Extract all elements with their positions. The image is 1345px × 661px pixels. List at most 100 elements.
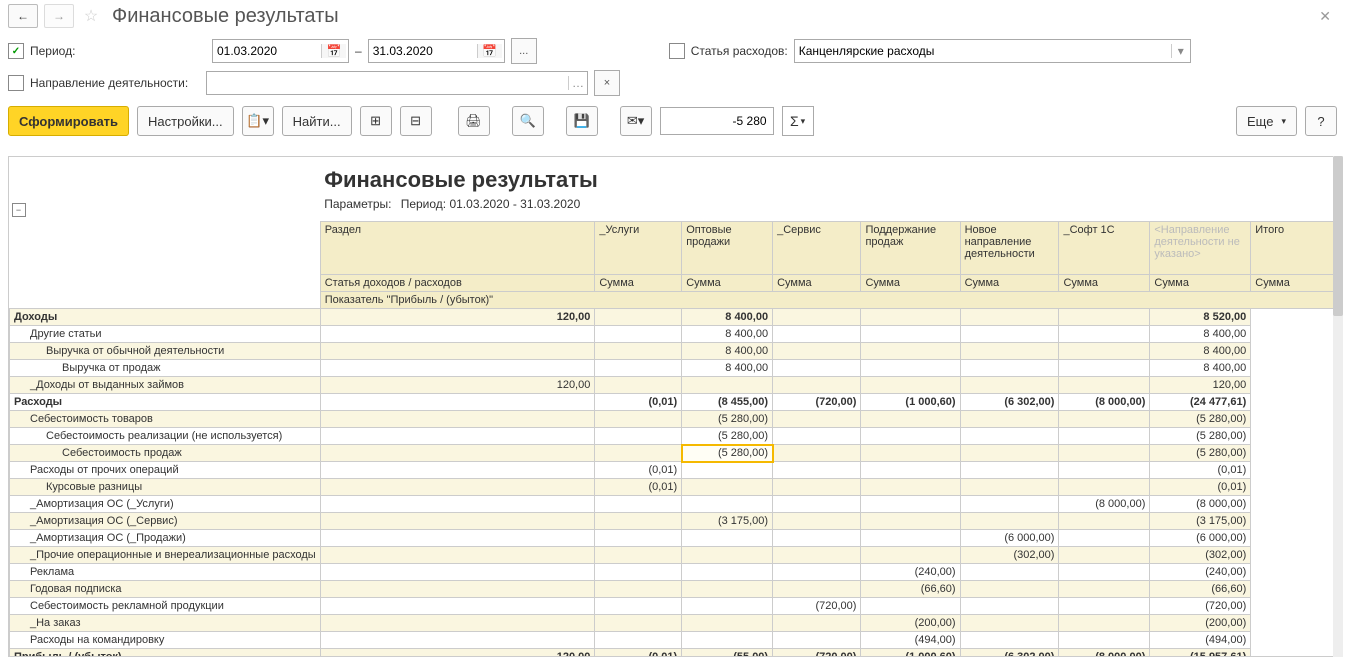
cell-value[interactable] — [960, 326, 1059, 343]
cell-value[interactable] — [595, 615, 682, 632]
row-name[interactable]: Годовая подписка — [10, 581, 321, 598]
preview-icon[interactable]: 🔍 — [512, 106, 544, 136]
date-from-input[interactable]: 📅 — [212, 39, 349, 63]
row-name[interactable]: Реклама — [10, 564, 321, 581]
cell-value[interactable] — [320, 564, 595, 581]
cell-value[interactable]: (3 175,00) — [682, 513, 773, 530]
cell-value[interactable] — [1059, 343, 1150, 360]
more-button[interactable]: Еще▾ — [1236, 106, 1297, 136]
cell-value[interactable] — [682, 632, 773, 649]
cell-value[interactable]: 120,00 — [1150, 377, 1251, 394]
cell-value[interactable]: (0,01) — [595, 649, 682, 658]
save-icon[interactable]: 💾 — [566, 106, 598, 136]
cell-value[interactable]: 120,00 — [320, 649, 595, 658]
cell-value[interactable] — [960, 462, 1059, 479]
cell-value[interactable] — [960, 411, 1059, 428]
period-checkbox[interactable] — [8, 43, 24, 59]
row-name[interactable]: Расходы на командировку — [10, 632, 321, 649]
cell-value[interactable] — [861, 445, 960, 462]
cell-value[interactable]: 8 400,00 — [1150, 343, 1251, 360]
cell-value[interactable] — [320, 360, 595, 377]
cell-value[interactable] — [773, 428, 861, 445]
row-name[interactable]: Другие статьи — [10, 326, 321, 343]
cell-value[interactable] — [682, 598, 773, 615]
cell-value[interactable] — [861, 530, 960, 547]
cell-value[interactable] — [1059, 428, 1150, 445]
cell-value[interactable] — [320, 598, 595, 615]
cell-value[interactable] — [861, 411, 960, 428]
cell-value[interactable] — [320, 462, 595, 479]
cell-value[interactable] — [861, 326, 960, 343]
cell-value[interactable] — [682, 462, 773, 479]
cell-value[interactable]: (8 000,00) — [1150, 496, 1251, 513]
cell-value[interactable]: (66,60) — [861, 581, 960, 598]
cell-value[interactable]: (720,00) — [773, 598, 861, 615]
cell-value[interactable] — [861, 309, 960, 326]
cell-value[interactable] — [773, 343, 861, 360]
cell-value[interactable] — [861, 377, 960, 394]
ellipsis-icon[interactable]: … — [568, 76, 587, 90]
row-name[interactable]: _Доходы от выданных займов — [10, 377, 321, 394]
expense-item-combo[interactable]: ▾ — [794, 39, 1191, 63]
chevron-down-icon[interactable]: ▾ — [1171, 44, 1190, 58]
cell-value[interactable] — [1059, 615, 1150, 632]
cell-value[interactable] — [1059, 326, 1150, 343]
cell-value[interactable] — [320, 326, 595, 343]
cell-value[interactable] — [595, 445, 682, 462]
generate-button[interactable]: Сформировать — [8, 106, 129, 136]
cell-value[interactable]: (720,00) — [1150, 598, 1251, 615]
cell-value[interactable] — [960, 479, 1059, 496]
cell-value[interactable] — [320, 496, 595, 513]
cell-value[interactable] — [595, 598, 682, 615]
cell-value[interactable]: (302,00) — [960, 547, 1059, 564]
cell-value[interactable]: 8 520,00 — [1150, 309, 1251, 326]
cell-value[interactable] — [320, 513, 595, 530]
cell-value[interactable]: (5 280,00) — [682, 411, 773, 428]
cell-value[interactable] — [1059, 581, 1150, 598]
cell-value[interactable] — [595, 309, 682, 326]
row-name[interactable]: Себестоимость реализации (не используетс… — [10, 428, 321, 445]
cell-value[interactable] — [1059, 309, 1150, 326]
cell-value[interactable]: (8 000,00) — [1059, 496, 1150, 513]
cell-value[interactable]: (0,01) — [595, 462, 682, 479]
row-name[interactable]: Себестоимость товаров — [10, 411, 321, 428]
cell-value[interactable]: 8 400,00 — [682, 309, 773, 326]
row-name[interactable]: Доходы — [10, 309, 321, 326]
cell-value[interactable] — [1059, 445, 1150, 462]
cell-value[interactable] — [1059, 530, 1150, 547]
row-name[interactable]: Курсовые разницы — [10, 479, 321, 496]
cell-value[interactable]: 8 400,00 — [682, 343, 773, 360]
cell-value[interactable]: (3 175,00) — [1150, 513, 1251, 530]
cell-value[interactable]: 120,00 — [320, 377, 595, 394]
settings-button[interactable]: Настройки... — [137, 106, 234, 136]
row-name[interactable]: Расходы — [10, 394, 321, 411]
activity-clear-button[interactable]: × — [594, 70, 620, 96]
cell-value[interactable] — [595, 547, 682, 564]
cell-value[interactable] — [320, 632, 595, 649]
cell-value[interactable] — [960, 615, 1059, 632]
cell-value[interactable]: 120,00 — [320, 309, 595, 326]
cell-value[interactable]: (6 000,00) — [960, 530, 1059, 547]
row-name[interactable]: _Прочие операционные и внереализационные… — [10, 547, 321, 564]
cell-value[interactable] — [1059, 564, 1150, 581]
row-name[interactable]: Себестоимость продаж — [10, 445, 321, 462]
cell-value[interactable] — [773, 479, 861, 496]
cell-value[interactable] — [960, 496, 1059, 513]
cell-value[interactable] — [773, 326, 861, 343]
row-name[interactable]: Прибыль / (убыток) — [10, 649, 321, 658]
cell-value[interactable] — [773, 547, 861, 564]
row-name[interactable]: Расходы от прочих операций — [10, 462, 321, 479]
cell-value[interactable] — [320, 394, 595, 411]
report-area[interactable]: − − − − − − − − Финансовые результаты Па… — [8, 156, 1337, 657]
cell-value[interactable] — [861, 547, 960, 564]
cell-value[interactable] — [320, 411, 595, 428]
cell-value[interactable]: (1 000,60) — [861, 649, 960, 658]
cell-value[interactable] — [960, 343, 1059, 360]
cell-value[interactable]: (0,01) — [1150, 462, 1251, 479]
cell-value[interactable] — [773, 513, 861, 530]
cell-value[interactable] — [320, 530, 595, 547]
cell-value[interactable] — [682, 564, 773, 581]
cell-value[interactable] — [595, 496, 682, 513]
cell-value[interactable] — [861, 496, 960, 513]
expense-item-field[interactable] — [795, 44, 1171, 58]
